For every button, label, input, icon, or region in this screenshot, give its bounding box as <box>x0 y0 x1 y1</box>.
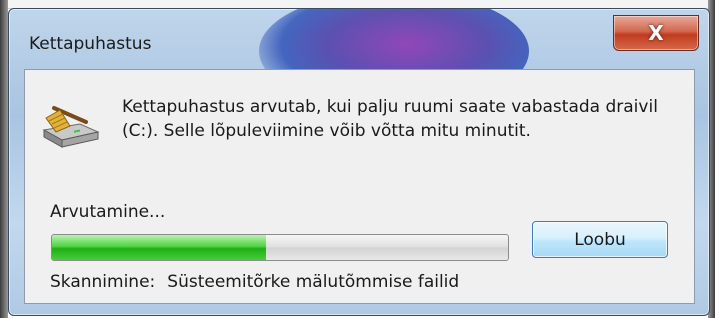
desktop-edge-left <box>0 0 8 318</box>
cancel-button[interactable]: Loobu <box>532 221 668 258</box>
scan-status: Skannimine: Süsteemitõrke mälutõmmise fai… <box>50 272 459 292</box>
disk-cleanup-dialog: Kettapuhastus X Kettapuhastus arvutab, k… <box>8 8 710 316</box>
progress-bar <box>51 234 509 261</box>
dialog-body: Kettapuhastus arvutab, kui palju ruumi s… <box>24 69 695 304</box>
close-button[interactable]: X <box>613 15 699 51</box>
scan-status-label: Skannimine: <box>50 272 156 292</box>
disk-cleanup-drive-icon <box>42 106 100 148</box>
window-title: Kettapuhastus <box>29 34 152 54</box>
scan-status-value: Süsteemitõrke mälutõmmise failid <box>167 272 460 292</box>
progress-label: Arvutamine... <box>50 202 166 222</box>
dialog-message: Kettapuhastus arvutab, kui palju ruumi s… <box>122 97 658 141</box>
progress-bar-fill <box>52 235 267 260</box>
